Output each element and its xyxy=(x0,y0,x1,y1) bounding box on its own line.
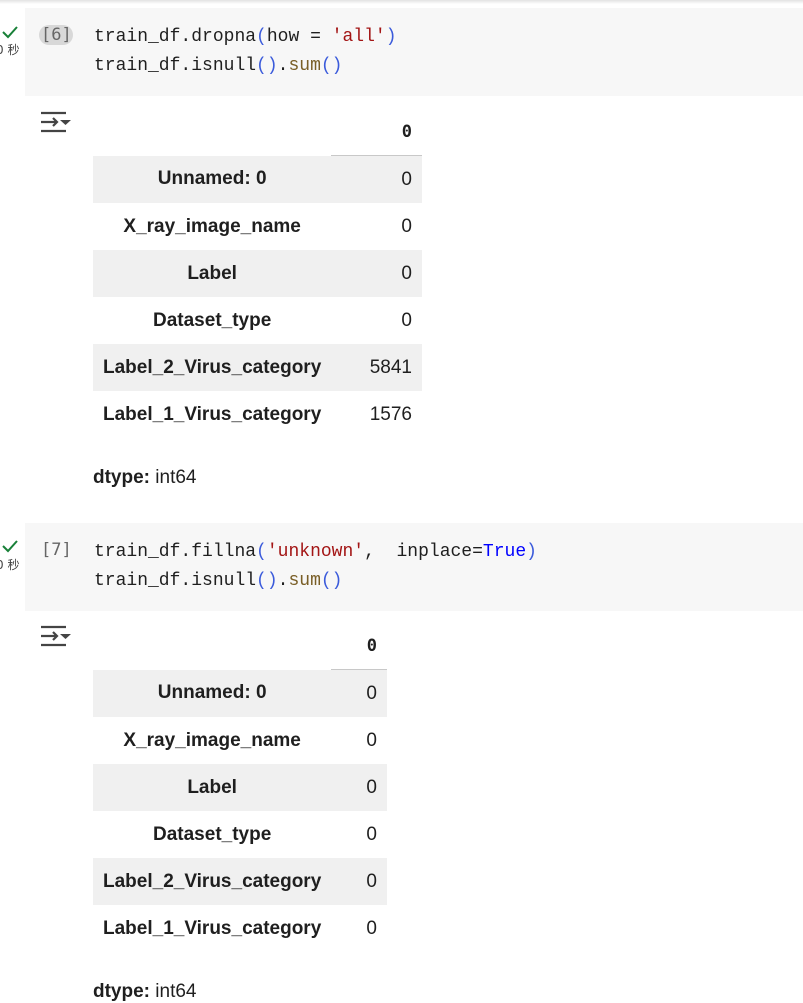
row-value: 0 xyxy=(331,155,422,203)
row-value: 0 xyxy=(331,669,387,717)
code-cell[interactable]: [7] train_df.fillna('unknown', inplace=T… xyxy=(25,523,803,611)
table-row: X_ray_image_name 0 xyxy=(93,717,387,764)
row-index: Unnamed: 0 xyxy=(93,669,332,717)
row-index: Label_2_Virus_category xyxy=(93,858,332,905)
dtype-line: dtype: int64 xyxy=(93,467,196,489)
code-line-1[interactable]: train_df.dropna(how = 'all') xyxy=(94,27,397,47)
row-value: 1576 xyxy=(369,403,412,425)
row-value: 0 xyxy=(331,764,387,811)
run-time-label: 0 秒 xyxy=(0,43,20,57)
check-icon xyxy=(2,540,18,553)
dtype-label: dtype: xyxy=(93,981,150,1002)
row-index: X_ray_image_name xyxy=(123,215,301,237)
code-line-2[interactable]: train_df.isnull().sum() xyxy=(94,56,342,76)
table-row: Unnamed: 00 xyxy=(93,155,422,203)
column-header: 0 xyxy=(331,623,387,670)
table-row: Unnamed: 00 xyxy=(93,669,387,717)
row-value: 0 xyxy=(366,729,377,751)
row-index: Label xyxy=(93,250,332,297)
table-row: X_ray_image_name 0 xyxy=(93,203,422,250)
table-row: Label_1_Virus_category 0 xyxy=(93,905,387,952)
table-row: Label 0 xyxy=(93,250,422,297)
row-value: 0 xyxy=(331,858,387,905)
dtype-label: dtype: xyxy=(93,467,150,488)
table-row: Label 0 xyxy=(93,764,387,811)
table-row: Dataset_type 0 xyxy=(93,297,422,344)
output-actions-icon[interactable] xyxy=(40,110,72,134)
table-row: Label_2_Virus_category 0 xyxy=(93,858,387,905)
row-value: 0 xyxy=(401,309,412,331)
table-row: Label_2_Virus_category 5841 xyxy=(93,344,422,391)
code-cell[interactable]: [6] train_df.dropna(how = 'all') train_d… xyxy=(25,8,803,96)
row-index: Label_2_Virus_category xyxy=(93,344,332,391)
toolbar-shadow xyxy=(0,0,803,4)
check-icon xyxy=(2,26,18,39)
table-row: Dataset_type 0 xyxy=(93,811,387,858)
row-value: 0 xyxy=(366,917,377,939)
table-row: Label_1_Virus_category 1576 xyxy=(93,391,422,438)
index-header xyxy=(93,623,331,670)
output-dataframe: 0 Unnamed: 00 X_ray_image_name 0 Label 0 D… xyxy=(93,109,422,438)
index-header xyxy=(93,109,331,156)
row-index: X_ray_image_name xyxy=(123,729,301,751)
run-cell-button[interactable]: [6] xyxy=(39,25,73,45)
column-header: 0 xyxy=(331,109,422,156)
output-dataframe: 0 Unnamed: 00 X_ray_image_name 0 Label 0 D… xyxy=(93,623,387,952)
row-index: Label xyxy=(93,764,332,811)
row-value: 0 xyxy=(366,823,377,845)
row-index: Unnamed: 0 xyxy=(93,155,332,203)
row-index: Label_1_Virus_category xyxy=(103,403,322,425)
output-actions-icon[interactable] xyxy=(40,624,72,648)
dtype-line: dtype: int64 xyxy=(93,981,196,1003)
code-line-1[interactable]: train_df.fillna('unknown', inplace=True) xyxy=(94,542,537,562)
dtype-value: int64 xyxy=(150,981,197,1002)
row-value: 5841 xyxy=(331,344,422,391)
run-time-label: 0 秒 xyxy=(0,558,20,572)
row-index: Label_1_Virus_category xyxy=(103,917,322,939)
row-index: Dataset_type xyxy=(153,309,272,331)
code-line-2[interactable]: train_df.isnull().sum() xyxy=(94,571,342,591)
run-cell-button[interactable]: [7] xyxy=(41,540,72,560)
row-index: Dataset_type xyxy=(153,823,272,845)
dtype-value: int64 xyxy=(150,467,197,488)
row-value: 0 xyxy=(401,215,412,237)
row-value: 0 xyxy=(331,250,422,297)
